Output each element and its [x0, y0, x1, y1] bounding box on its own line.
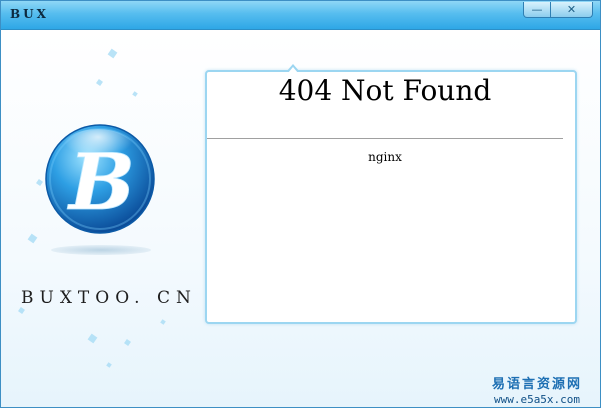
logo-shadow [51, 245, 151, 255]
window-title: BUX [10, 7, 49, 21]
site-brand-text: BUXTOO. CN [21, 288, 197, 308]
app-window: BUX — ✕ B BUXTOO. CN 404 Not Found nginx… [0, 0, 601, 408]
watermark: 易语言资源网 www.e5a5x.com [481, 373, 593, 406]
decor-flake-icon [106, 362, 112, 368]
decor-flake-icon [27, 233, 38, 244]
close-button[interactable]: ✕ [550, 2, 593, 18]
watermark-chinese-text: 易语言资源网 [491, 377, 582, 392]
decor-flake-icon [96, 79, 103, 86]
close-icon: ✕ [566, 3, 577, 16]
bux-globe-logo-icon: B [45, 124, 155, 234]
decor-flake-icon [36, 179, 43, 186]
error-divider [207, 138, 563, 139]
card-notch-inner [288, 67, 298, 73]
minimize-icon: — [531, 3, 543, 16]
title-bar[interactable]: BUX — ✕ [1, 1, 600, 30]
minimize-button[interactable]: — [523, 2, 551, 18]
logo-letter: B [67, 137, 135, 228]
decor-flake-icon [87, 333, 98, 344]
error-card: 404 Not Found nginx [205, 64, 577, 324]
window-content: B BUXTOO. CN 404 Not Found nginx 易语言资源网 … [1, 30, 600, 407]
decor-flake-icon [124, 339, 131, 346]
error-title: 404 Not Found [278, 74, 492, 107]
watermark-url: www.e5a5x.com [493, 393, 581, 406]
decor-flake-icon [160, 319, 166, 325]
decor-flake-icon [132, 91, 138, 97]
decor-flake-icon [18, 307, 25, 314]
decor-flake-icon [107, 48, 118, 59]
server-name: nginx [368, 150, 402, 164]
